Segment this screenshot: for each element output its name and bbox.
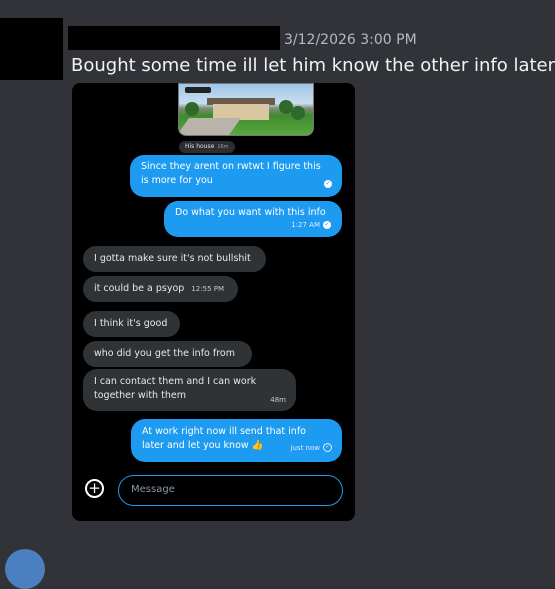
check-circle-icon: ✓ bbox=[324, 180, 332, 188]
bubble-time: 12:55 PM bbox=[191, 285, 225, 293]
bubble-time: just now bbox=[290, 444, 320, 452]
bubble-line: Since they arent on rwtwt I figure this bbox=[141, 161, 321, 172]
bubble-line: together with them bbox=[94, 390, 186, 401]
message-input[interactable]: Message bbox=[118, 475, 343, 506]
chat-bubble-sent: Since they arent on rwtwt I figure this … bbox=[130, 155, 342, 197]
next-message-avatar[interactable] bbox=[5, 549, 45, 589]
tree bbox=[185, 102, 199, 116]
chat-bubble-sent: Do what you want with this info 1:27 AM ✓ bbox=[164, 201, 342, 237]
message-text: Bought some time ill let him know the ot… bbox=[71, 55, 555, 76]
bubble-line: I think it's good bbox=[94, 318, 168, 329]
attached-screenshot[interactable]: His house 16m Since they arent on rwtwt I… bbox=[72, 83, 355, 521]
bubble-line: At work right now ill send that info bbox=[142, 426, 306, 437]
bubble-time: 48m bbox=[270, 396, 286, 404]
chat-bubble-received: who did you get the info from bbox=[83, 341, 252, 367]
bubble-line: who did you get the info from bbox=[94, 348, 235, 359]
driveway bbox=[179, 118, 241, 135]
chat-bubble-received: I think it's good bbox=[83, 311, 180, 337]
check-circle-icon: ✓ bbox=[323, 443, 332, 452]
bubble-line: Do what you want with this info bbox=[175, 207, 326, 218]
avatar[interactable] bbox=[0, 18, 63, 80]
plus-circle-icon[interactable]: + bbox=[85, 479, 104, 498]
caption-text: His house bbox=[185, 143, 215, 150]
username-redacted[interactable] bbox=[68, 26, 280, 50]
chat-bubble-received: I can contact them and I can work togeth… bbox=[83, 369, 296, 411]
image-caption: His house 16m bbox=[179, 141, 235, 153]
bubble-line: I gotta make sure it's not bullshit bbox=[94, 253, 251, 264]
bubble-line: I can contact them and I can work bbox=[94, 376, 257, 387]
check-circle-icon: ✓ bbox=[323, 220, 331, 229]
bubble-time: 1:27 AM bbox=[291, 221, 320, 229]
house-photo[interactable] bbox=[178, 83, 314, 136]
bubble-line: it could be a psyop bbox=[94, 283, 185, 294]
photo-overlay bbox=[185, 87, 211, 93]
bubble-line: is more for you bbox=[141, 175, 213, 186]
chat-bubble-received: I gotta make sure it's not bullshit bbox=[83, 246, 266, 272]
chat-bubble-sent: At work right now ill send that info lat… bbox=[131, 419, 342, 462]
tree bbox=[291, 106, 305, 120]
caption-time: 16m bbox=[217, 144, 229, 150]
message-timestamp: 3/12/2026 3:00 PM bbox=[284, 32, 417, 48]
chat-bubble-received: it could be a psyop 12:55 PM bbox=[83, 276, 238, 302]
